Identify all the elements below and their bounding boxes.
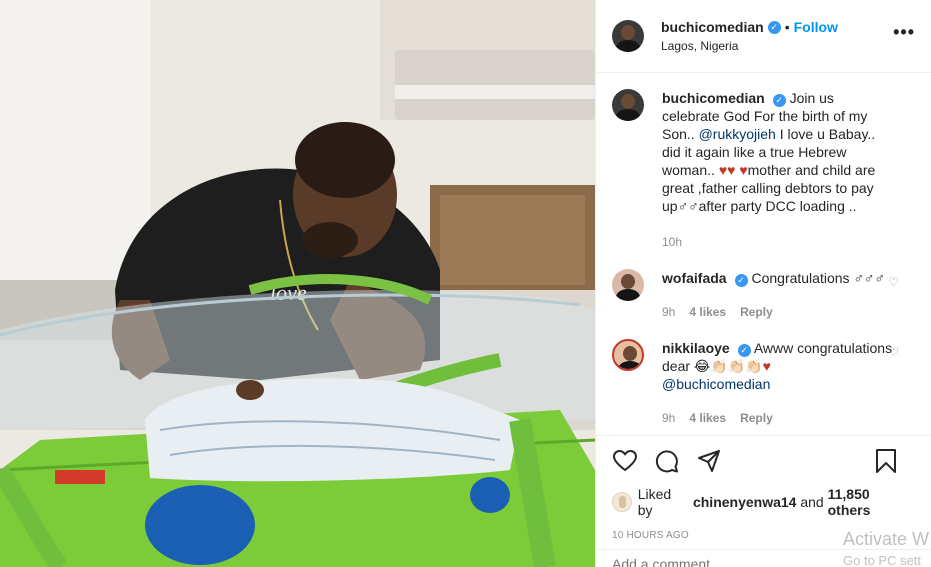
post-timestamp[interactable]: 10 HOURS AGO <box>612 530 915 541</box>
caption-username[interactable]: buchicomedian <box>662 90 765 106</box>
comment-username[interactable]: wofaifada <box>662 270 727 286</box>
add-comment-area <box>596 549 931 567</box>
comment-like-heart-icon[interactable]: ♡ <box>888 275 899 289</box>
separator-dot: • <box>784 19 790 35</box>
post-location[interactable]: Lagos, Nigeria <box>661 39 838 53</box>
action-icons <box>612 436 915 486</box>
comment-reply-button[interactable]: Reply <box>740 303 773 321</box>
comment-likes[interactable]: 4 likes <box>689 409 726 427</box>
comment-item: nikkilaoye ✓ Awww congratulations dear 😂👏… <box>612 339 915 427</box>
comment-meta: 9h 4 likes Reply <box>662 409 894 427</box>
comment-body: nikkilaoye ✓ Awww congratulations dear 😂👏… <box>662 339 894 427</box>
save-bookmark-icon[interactable] <box>873 448 899 474</box>
comment-mention[interactable]: @buchicomedian <box>662 376 770 392</box>
likes-others-count[interactable]: 11,850 others <box>828 486 915 518</box>
comment-item: wofaifada ✓ Congratulations ♂♂♂ 9h 4 like… <box>612 269 915 321</box>
post-photo[interactable]: love <box>0 0 595 567</box>
comment-meta: 9h 4 likes Reply <box>662 303 894 321</box>
comments-list[interactable]: buchicomedian ✓ Join us celebrate God For… <box>596 73 931 435</box>
verified-badge-icon: ✓ <box>737 344 751 357</box>
verified-badge-icon: ✓ <box>734 274 748 287</box>
comment-bubble-icon[interactable] <box>654 448 680 474</box>
author-username[interactable]: buchicomedian <box>661 19 764 35</box>
likes-prefix: Liked by <box>637 486 672 518</box>
caption: buchicomedian ✓ Join us celebrate God For… <box>612 89 915 251</box>
comment-username[interactable]: nikkilaoye <box>662 340 730 356</box>
author-avatar[interactable] <box>612 20 644 52</box>
like-heart-icon[interactable] <box>612 448 638 474</box>
post-header: buchicomedian ✓ • Follow Lagos, Nigeria … <box>596 0 931 73</box>
liker-avatar[interactable] <box>612 492 632 512</box>
share-send-icon[interactable] <box>696 448 722 474</box>
comment-time[interactable]: 9h <box>662 409 675 427</box>
comment-avatar[interactable] <box>612 269 644 301</box>
caption-time[interactable]: 10h <box>662 233 682 251</box>
verified-badge-icon: ✓ <box>772 94 786 107</box>
caption-body: buchicomedian ✓ Join us celebrate God For… <box>662 89 894 251</box>
more-options-icon[interactable]: ••• <box>893 22 915 43</box>
heart-emoji-icon: ♥ <box>762 358 771 374</box>
caption-avatar[interactable] <box>612 89 644 121</box>
post-sidebar: buchicomedian ✓ • Follow Lagos, Nigeria … <box>595 0 931 567</box>
follow-button[interactable]: Follow <box>794 19 838 35</box>
post-actions: Liked by chinenyenwa14 and 11,850 others… <box>596 435 931 541</box>
heart-emoji-icon: ♥♥ <box>718 162 736 178</box>
comment-like-heart-icon[interactable]: ♡ <box>888 345 899 359</box>
caption-mention[interactable]: @rukkyojieh <box>699 126 776 142</box>
likes-and: and <box>800 494 824 510</box>
author-line: buchicomedian ✓ • Follow <box>661 19 838 35</box>
comment-time[interactable]: 9h <box>662 303 675 321</box>
likes-summary: Liked by chinenyenwa14 and 11,850 others <box>612 486 915 518</box>
heart-emoji-icon: ♥ <box>739 162 748 178</box>
comment-reply-button[interactable]: Reply <box>740 409 773 427</box>
add-comment-input[interactable] <box>612 556 832 567</box>
liker-username[interactable]: chinenyenwa14 <box>693 494 797 510</box>
verified-badge-icon: ✓ <box>767 20 781 34</box>
photo-scene: love <box>0 0 595 567</box>
comment-text: Congratulations ♂♂♂ <box>751 270 885 286</box>
author-info: buchicomedian ✓ • Follow Lagos, Nigeria <box>661 19 838 53</box>
comment-likes[interactable]: 4 likes <box>689 303 726 321</box>
caption-meta: 10h <box>662 233 894 251</box>
comment-body: wofaifada ✓ Congratulations ♂♂♂ 9h 4 like… <box>662 269 894 321</box>
comment-avatar[interactable] <box>612 339 644 371</box>
